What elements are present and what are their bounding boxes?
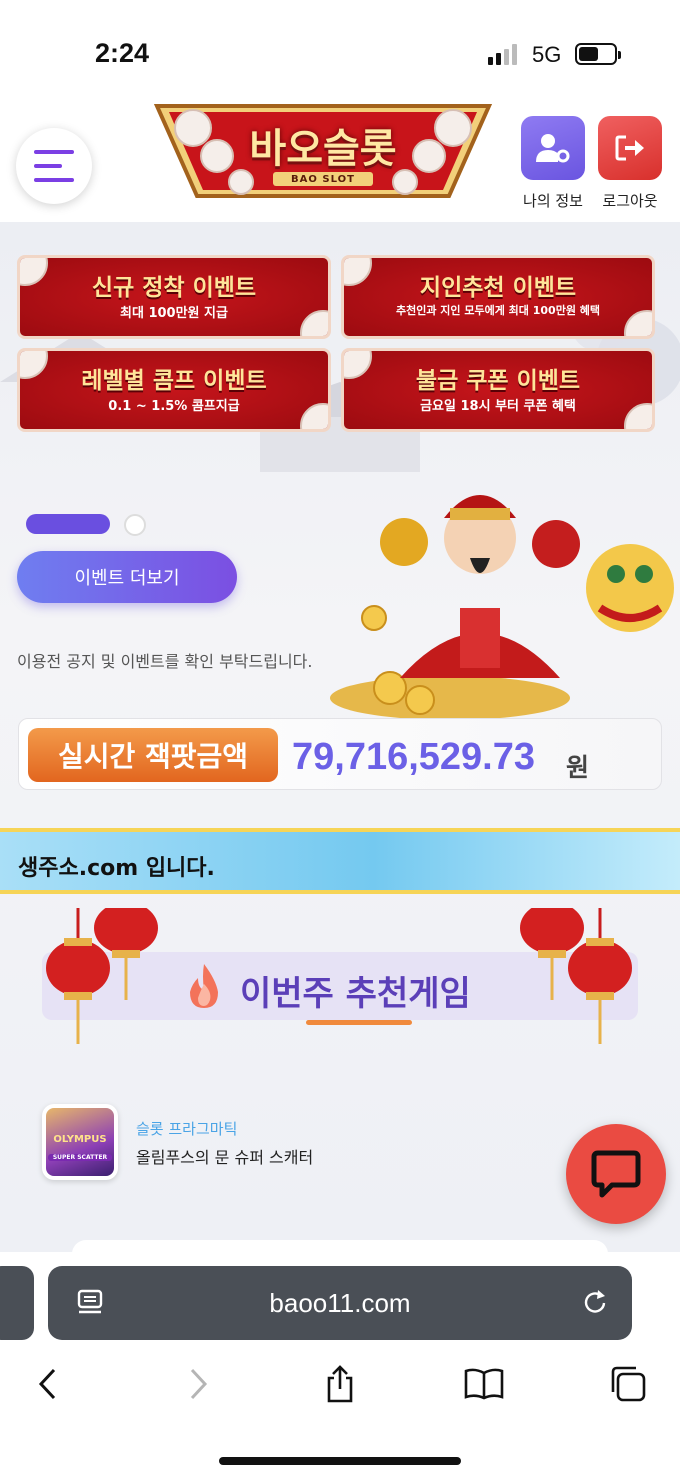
site-header: 바오슬롯 BAO SLOT 나의 정보 로그아웃 (0, 100, 680, 222)
banner-title: 지인추천 이벤트 (419, 275, 577, 301)
notice-text: 이용전 공지 및 이벤트를 확인 부탁드립니다. (17, 652, 313, 671)
event-banner-referral[interactable]: 지인추천 이벤트 추천인과 지인 모두에게 최대 100만원 혜택 (341, 255, 655, 339)
network-type: 5G (532, 42, 562, 67)
address-bar[interactable]: baoo11.com (48, 1266, 632, 1340)
my-info-button[interactable] (521, 116, 585, 180)
fortune-god-illustration-icon (330, 495, 674, 718)
logout-icon (615, 135, 644, 161)
carousel-dot[interactable] (124, 514, 146, 536)
previous-tab-button[interactable] (0, 1266, 34, 1340)
flame-icon (190, 964, 218, 1008)
game-thumb-subtitle: SUPER SCATTER (48, 1154, 112, 1161)
logout-label[interactable]: 로그아웃 (590, 190, 670, 211)
battery-icon (575, 43, 621, 65)
forward-button[interactable] (176, 1362, 220, 1406)
reload-icon[interactable] (580, 1288, 610, 1318)
banner-subtitle: 최대 100만원 지급 (120, 306, 228, 321)
next-game-card[interactable] (72, 1240, 608, 1252)
share-icon (327, 1365, 353, 1403)
back-button[interactable] (26, 1362, 70, 1406)
banner-title: 신규 정착 이벤트 (91, 275, 257, 301)
tabs-button[interactable] (606, 1362, 650, 1406)
banner-subtitle: 0.1 ~ 1.5% 콤프지급 (108, 399, 240, 414)
banner-subtitle: 추천인과 지인 모두에게 최대 100만원 혜택 (395, 304, 601, 317)
jackpot-unit: 원 (566, 753, 590, 782)
banner-title: 불금 쿠폰 이벤트 (415, 368, 581, 394)
event-banner-comp[interactable]: 레벨별 콤프 이벤트 0.1 ~ 1.5% 콤프지급 (17, 348, 331, 432)
main-content: 신규 정착 이벤트 최대 100만원 지급 지인추천 이벤트 추천인과 지인 모… (0, 222, 680, 1252)
banner-title: 레벨별 콤프 이벤트 (81, 368, 267, 394)
site-logo[interactable]: 바오슬롯 BAO SLOT (153, 104, 493, 202)
forward-arrow-icon (190, 1368, 208, 1400)
event-banner-coupon[interactable]: 불금 쿠폰 이벤트 금요일 18시 부터 쿠폰 혜택 (341, 348, 655, 432)
tabs-icon (611, 1366, 646, 1402)
carousel-dot-active[interactable] (26, 514, 110, 534)
recommended-underline (306, 1020, 412, 1025)
back-arrow-icon (38, 1368, 56, 1400)
url-text[interactable]: baoo11.com (48, 1288, 632, 1319)
bookmarks-button[interactable] (462, 1362, 506, 1406)
jackpot-label: 실시간 잭팟금액 (28, 728, 278, 782)
clock: 2:24 (95, 38, 150, 68)
signal-icon (488, 44, 517, 65)
game-thumbnail[interactable]: OLYMPUS SUPER SCATTER (42, 1104, 118, 1180)
game-provider[interactable]: 슬롯 프라그마틱 (136, 1118, 237, 1139)
announcement-marquee: 생주소.com 입니다. (0, 828, 680, 894)
lantern-right-icon (520, 908, 632, 1044)
game-image: OLYMPUS SUPER SCATTER (46, 1108, 114, 1176)
logo-subtitle: BAO SLOT (291, 174, 355, 185)
game-thumb-title: OLYMPUS (53, 1134, 107, 1145)
event-more-button[interactable]: 이벤트 더보기 (17, 551, 237, 603)
recommended-title: 이번주 추천게임 (240, 974, 471, 1014)
user-settings-icon (536, 134, 570, 163)
status-bar: 2:24 5G (0, 0, 680, 100)
hamburger-menu-button[interactable] (16, 128, 92, 204)
my-info-label[interactable]: 나의 정보 (513, 190, 593, 211)
logout-button[interactable] (598, 116, 662, 180)
chat-bubble-icon (591, 1150, 641, 1198)
book-icon (464, 1368, 504, 1400)
share-button[interactable] (318, 1362, 362, 1406)
lantern-left-icon (46, 908, 158, 1044)
jackpot-value: 79,716,529.73 (292, 736, 536, 778)
event-banner-new-member[interactable]: 신규 정착 이벤트 최대 100만원 지급 (17, 255, 331, 339)
home-indicator (219, 1457, 461, 1465)
banner-subtitle: 금요일 18시 부터 쿠폰 혜택 (420, 399, 576, 414)
game-name[interactable]: 올림푸스의 문 슈퍼 스캐터 (136, 1144, 313, 1168)
live-chat-button[interactable] (566, 1124, 666, 1224)
marquee-text: 생주소.com 입니다. (18, 856, 215, 881)
logo-title: 바오슬롯 (249, 126, 397, 172)
